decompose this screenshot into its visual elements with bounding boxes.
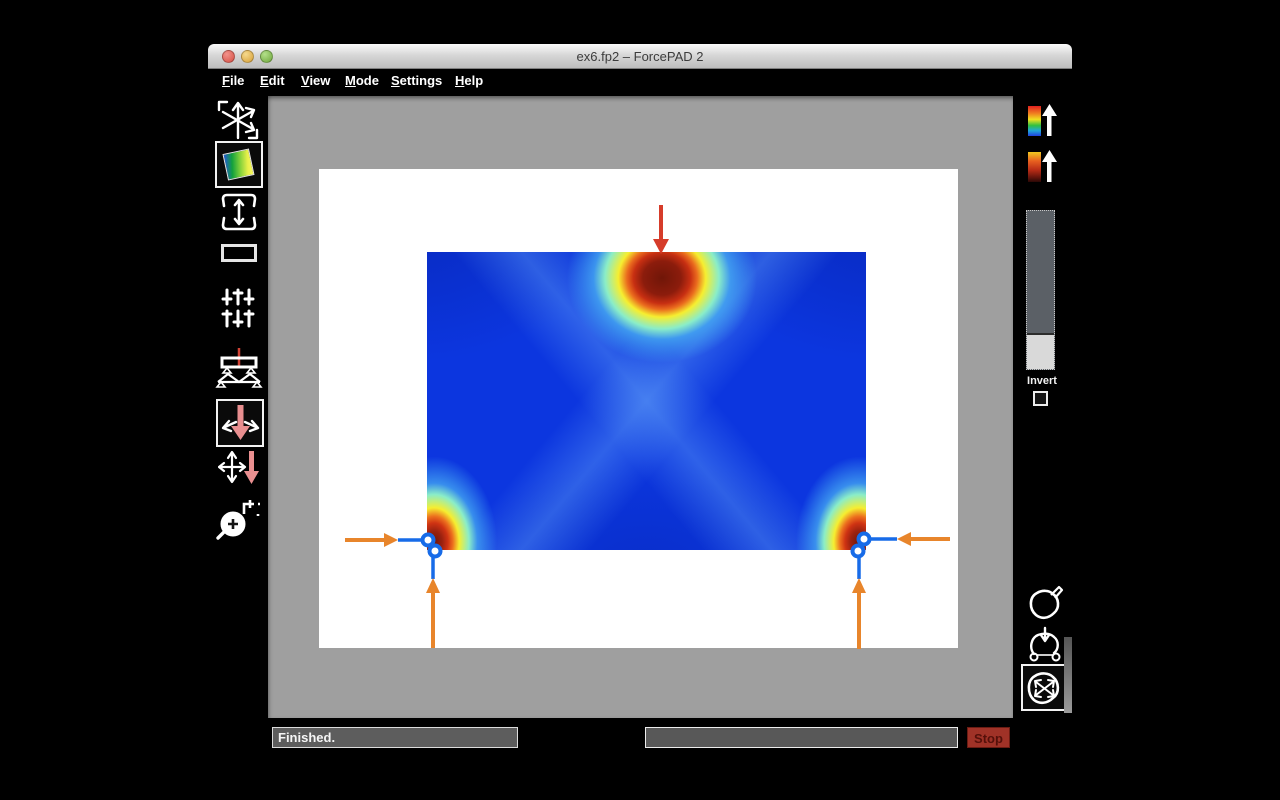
model-page[interactable] — [319, 169, 958, 648]
zoom-region-icon — [216, 500, 260, 540]
menu-file[interactable]: File — [222, 69, 244, 94]
stress-field-plot — [427, 252, 866, 550]
screen: ex6.fp2 – ForcePAD 2 File Edit View Mode… — [0, 0, 1280, 800]
blob-load-supports-icon — [1029, 626, 1061, 662]
force-direction-tool[interactable] — [216, 399, 264, 447]
menu-edit[interactable]: Edit — [260, 69, 285, 94]
menu-mode[interactable]: Mode — [345, 69, 379, 94]
stop-button[interactable]: Stop — [967, 727, 1010, 748]
draw-blob-icon — [1029, 585, 1064, 620]
force-direction-icon — [221, 405, 260, 440]
colormap-tile-icon — [222, 148, 255, 181]
displacement-icon — [221, 193, 257, 231]
window-resize-strip[interactable] — [1064, 637, 1072, 713]
pan-arrows-icon — [217, 100, 259, 140]
displacement-tool[interactable] — [217, 192, 261, 232]
invert-checkbox[interactable] — [1033, 391, 1048, 406]
menu-bar: File Edit View Mode Settings Help — [208, 69, 1072, 94]
blob-load-supports-tool[interactable] — [1026, 626, 1064, 666]
structure-load-icon — [215, 348, 263, 388]
stress-colormap-tool[interactable] — [215, 141, 263, 188]
structure-load-tool[interactable] — [214, 346, 264, 388]
status-message: Finished. — [272, 727, 518, 748]
sliders-icon — [221, 288, 255, 328]
colormap-level-slider[interactable] — [1026, 210, 1055, 370]
progress-bar — [645, 727, 958, 748]
colormap-red-icon — [1028, 150, 1057, 182]
menu-view[interactable]: View — [301, 69, 330, 94]
blob-forces-icon — [1027, 672, 1060, 705]
pan-arrows-tool[interactable] — [214, 98, 262, 142]
colormap-rainbow-tool[interactable] — [1026, 102, 1060, 140]
colormap-rainbow-icon — [1028, 104, 1057, 136]
colormap-red-tool[interactable] — [1026, 148, 1060, 186]
blob-forces-tool[interactable] — [1021, 664, 1068, 711]
window-title: ex6.fp2 – ForcePAD 2 — [576, 49, 704, 64]
move-force-icon — [217, 450, 259, 484]
drawing-canvas[interactable] — [268, 96, 1013, 718]
window-titlebar[interactable]: ex6.fp2 – ForcePAD 2 — [208, 44, 1072, 69]
rectangle-tool[interactable] — [221, 244, 257, 262]
menu-settings[interactable]: Settings — [391, 69, 442, 94]
zoom-region-tool[interactable] — [214, 498, 262, 542]
rectangle-icon — [221, 244, 257, 262]
invert-label: Invert — [1027, 375, 1057, 387]
sliders-tool[interactable] — [221, 288, 255, 328]
move-force-tool[interactable] — [217, 448, 262, 486]
menu-help[interactable]: Help — [455, 69, 483, 94]
draw-blob-tool[interactable] — [1026, 584, 1064, 622]
slider-handle[interactable] — [1027, 333, 1054, 369]
